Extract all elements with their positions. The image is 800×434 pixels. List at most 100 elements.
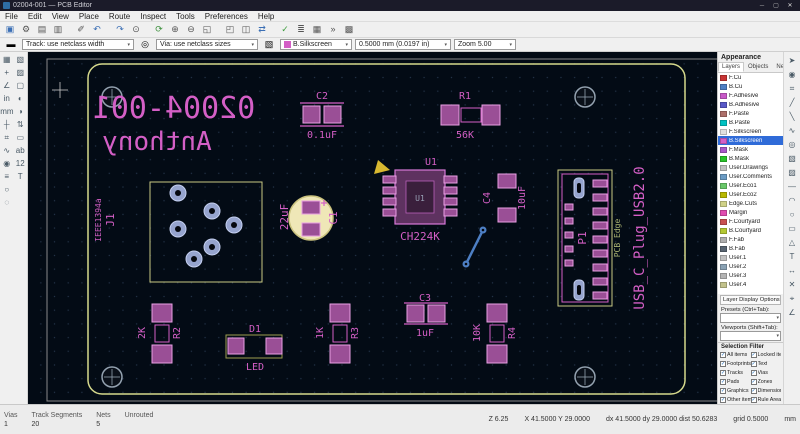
origin-tool-button[interactable]: ⌖ xyxy=(785,291,800,305)
via-size-menu-button[interactable]: ◎ xyxy=(137,38,153,52)
layer-row-b-paste[interactable]: B.Paste xyxy=(718,118,783,127)
footprint-r3[interactable]: 1K R3 xyxy=(315,304,361,363)
net-inspector-button[interactable]: ≣ xyxy=(293,23,309,37)
zone-hidden-button[interactable]: ▢ xyxy=(14,79,27,92)
layer-color-swatch[interactable] xyxy=(720,228,727,234)
layer-color-swatch[interactable] xyxy=(720,111,727,117)
menu-item[interactable]: Place xyxy=(74,12,104,21)
menu-item[interactable]: Inspect xyxy=(135,12,171,21)
delete-tool-button[interactable]: ✕ xyxy=(785,277,800,291)
add-dimension-button[interactable]: ↔ xyxy=(785,263,800,277)
footprint-c2[interactable]: C2 0.1uF xyxy=(300,91,344,141)
filter-checkbox[interactable] xyxy=(720,361,726,367)
layer-color-swatch[interactable] xyxy=(720,75,727,81)
layer-row-f-courtyard[interactable]: F.Courtyard xyxy=(718,217,783,226)
layer-color-swatch[interactable] xyxy=(720,120,727,126)
select-tool-button[interactable]: ➤ xyxy=(785,53,800,67)
dim-inactive-layers-button[interactable]: ◐ xyxy=(14,92,27,105)
add-zone-button[interactable]: ▧ xyxy=(785,151,800,165)
net-names-button[interactable]: ab xyxy=(14,144,27,157)
ratsnest-curved-button[interactable]: ∿ xyxy=(0,144,13,157)
layer-pair-button[interactable]: ▧ xyxy=(261,38,277,52)
layer-row-user-eco2[interactable]: User.Eco2 xyxy=(718,190,783,199)
draw-arc-button[interactable]: ◠ xyxy=(785,193,800,207)
layer-row-b-fab[interactable]: B.Fab xyxy=(718,244,783,253)
layer-row-margin[interactable]: Margin xyxy=(718,208,783,217)
layer-row-f-paste[interactable]: F.Paste xyxy=(718,109,783,118)
maximize-button[interactable]: ▢ xyxy=(769,2,783,9)
filter-checkbox[interactable] xyxy=(751,379,757,385)
footprint-d1[interactable]: D1 LED xyxy=(226,324,282,373)
layer-color-swatch[interactable] xyxy=(720,129,727,135)
layer-row-f-cu[interactable]: F.Cu xyxy=(718,73,783,82)
layer-color-swatch[interactable] xyxy=(720,165,727,171)
refresh-button[interactable]: ⟳ xyxy=(151,23,167,37)
filter-checkbox[interactable] xyxy=(720,370,726,376)
add-rule-area-button[interactable]: ▨ xyxy=(785,165,800,179)
footprint-c1[interactable]: C1 22uF xyxy=(278,196,340,240)
appearance-tab[interactable]: Layers xyxy=(718,62,744,72)
layer-row-f-silkscreen[interactable]: F.Silkscreen xyxy=(718,127,783,136)
via-size-select[interactable]: Via: use netclass sizes ▾ xyxy=(156,39,258,50)
layer-color-swatch[interactable] xyxy=(720,255,727,261)
menu-item[interactable]: File xyxy=(0,12,23,21)
filter-checkbox[interactable] xyxy=(751,397,757,403)
layer-row-b-adhesive[interactable]: B.Adhesive xyxy=(718,100,783,109)
layer-color-swatch[interactable] xyxy=(720,138,727,144)
filter-item[interactable]: Text xyxy=(751,359,782,368)
cursor-shape-button[interactable]: ┼ xyxy=(0,118,13,131)
grid-origin-button[interactable]: + xyxy=(0,66,13,79)
layer-row-b-cu[interactable]: B.Cu xyxy=(718,82,783,91)
add-via-button[interactable]: ◎ xyxy=(785,137,800,151)
filter-checkbox[interactable] xyxy=(720,379,726,385)
filter-checkbox[interactable] xyxy=(720,397,726,403)
redo-button[interactable]: ↷ xyxy=(112,23,128,37)
pad-numbers-button[interactable]: 12 xyxy=(14,157,27,170)
board-title-text[interactable]: 02004-001 xyxy=(93,91,256,126)
3d-viewer-button[interactable]: ▦ xyxy=(309,23,325,37)
menu-item[interactable]: Route xyxy=(104,12,135,21)
footprint-editor-button[interactable]: ◫ xyxy=(238,23,254,37)
filter-item[interactable]: Dimensions xyxy=(751,386,782,395)
menu-item[interactable]: View xyxy=(47,12,74,21)
page-settings-button[interactable]: ▤ xyxy=(34,23,50,37)
draw-line-button[interactable]: — xyxy=(785,179,800,193)
menu-item[interactable]: Tools xyxy=(171,12,200,21)
pcb-canvas[interactable]: 02004-001 Anthony C2 0.1uF R1 56K xyxy=(28,52,717,404)
filter-item[interactable]: Graphics xyxy=(720,386,751,395)
track-width-menu-button[interactable]: ▬ xyxy=(3,38,19,52)
presets-select[interactable]: ▾ xyxy=(720,313,781,323)
filter-item[interactable]: Rule Areas xyxy=(751,395,782,404)
drawing-sheet-button[interactable]: ▭ xyxy=(14,131,27,144)
filter-item[interactable]: Other items xyxy=(720,395,751,404)
layer-color-swatch[interactable] xyxy=(720,147,727,153)
zoom-select[interactable]: Zoom 5.00 ▾ xyxy=(454,39,516,50)
undo-button[interactable]: ↶ xyxy=(89,23,105,37)
layer-color-swatch[interactable] xyxy=(720,201,727,207)
measure-tool-button[interactable]: ∠ xyxy=(785,305,800,319)
layer-row-f-adhesive[interactable]: F.Adhesive xyxy=(718,91,783,100)
track-width-select[interactable]: Track: use netclass width ▾ xyxy=(22,39,134,50)
zoom-in-button[interactable]: ⊕ xyxy=(167,23,183,37)
footprint-p1[interactable]: P1 PCB Edge USB_C_Plug_USB2.0 xyxy=(558,166,648,309)
layer-row-b-courtyard[interactable]: B.Courtyard xyxy=(718,226,783,235)
menu-item[interactable]: Help xyxy=(253,12,279,21)
local-ratsnest-button[interactable]: ⌗ xyxy=(785,81,800,95)
layer-row-user-comments[interactable]: User.Comments xyxy=(718,172,783,181)
filter-item[interactable]: Zones xyxy=(751,377,782,386)
filter-item[interactable]: Vias xyxy=(751,368,782,377)
route-diff-pair-button[interactable]: ╲ xyxy=(785,109,800,123)
track-segment[interactable] xyxy=(463,227,487,268)
layer-display-options[interactable]: Layer Display Options xyxy=(720,295,781,305)
draw-rect-button[interactable]: ▭ xyxy=(785,221,800,235)
board-setup-button[interactable]: ⚙ xyxy=(18,23,34,37)
filter-item[interactable]: Pads xyxy=(720,377,751,386)
layer-row-f-fab[interactable]: F.Fab xyxy=(718,235,783,244)
filter-item[interactable]: Locked items xyxy=(751,350,782,359)
menu-item[interactable]: Preferences xyxy=(200,12,253,21)
zoom-fit-button[interactable]: ◱ xyxy=(199,23,215,37)
layer-color-swatch[interactable] xyxy=(720,183,727,189)
active-layer-select[interactable]: B.Silkscreen ▾ xyxy=(280,39,352,50)
drc-button[interactable]: ✓ xyxy=(277,23,293,37)
hide-inactive-layers-button[interactable]: ◑ xyxy=(14,105,27,118)
